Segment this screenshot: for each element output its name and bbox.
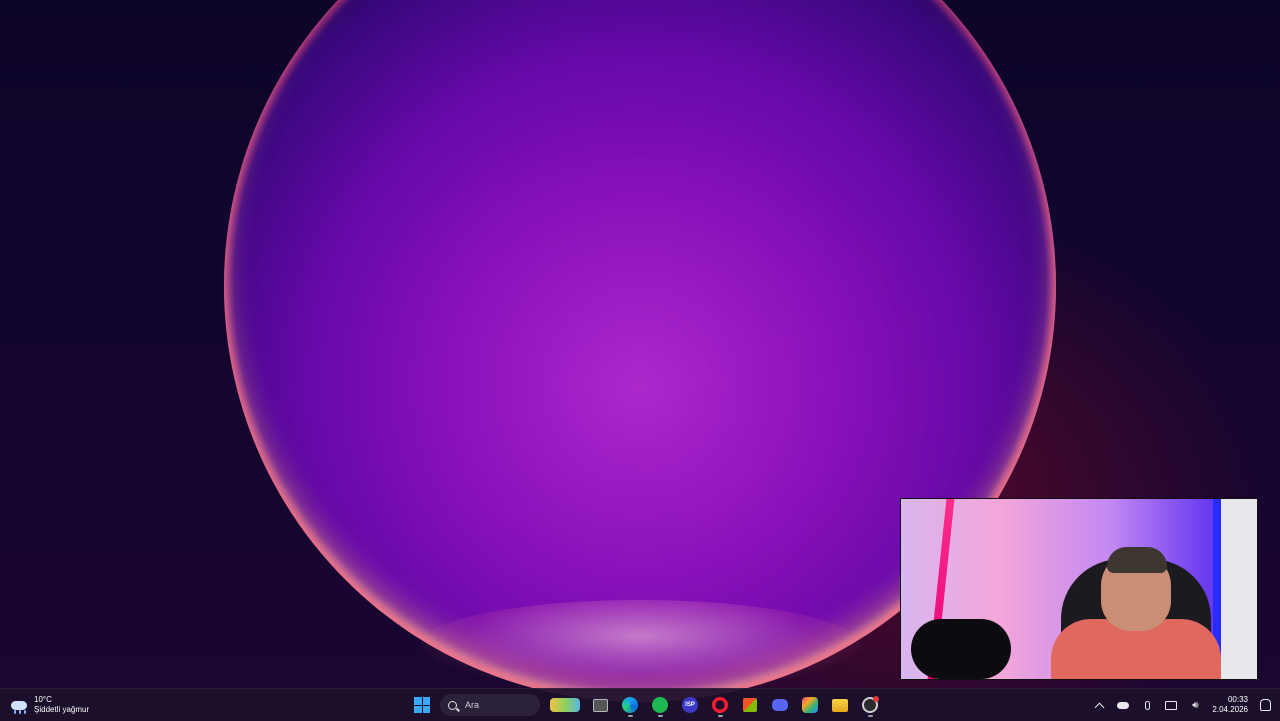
spotify-button[interactable] (648, 693, 672, 717)
system-tray: 🔊︎ 00:33 2.04.2026 (1092, 689, 1272, 721)
isp-button[interactable]: ISP (678, 693, 702, 717)
discord-icon (772, 699, 788, 711)
taskbar-search[interactable] (440, 694, 540, 716)
network-button[interactable] (1164, 698, 1178, 712)
store-button[interactable] (738, 693, 762, 717)
edge-icon (622, 697, 638, 713)
search-input[interactable] (463, 699, 527, 711)
opera-icon (712, 697, 728, 713)
file-explorer-button[interactable] (828, 693, 852, 717)
show-hidden-icons-button[interactable] (1092, 698, 1106, 712)
taskbar: 10°C Şiddetli yağmur ISP (0, 688, 1280, 721)
store-icon (743, 698, 757, 712)
discord-button[interactable] (768, 693, 792, 717)
edge-button[interactable] (618, 693, 642, 717)
microphone-icon (1144, 700, 1150, 710)
notifications-button[interactable] (1258, 698, 1272, 712)
task-view-button[interactable] (588, 693, 612, 717)
headset (911, 619, 1011, 679)
taskbar-center: ISP (410, 689, 882, 721)
notification-bell-icon (1259, 699, 1271, 711)
clock-time: 00:33 (1227, 695, 1248, 704)
clock-date: 2.04.2026 (1212, 705, 1248, 714)
rain-cloud-icon (10, 696, 28, 714)
onedrive-icon (1117, 701, 1130, 709)
obs-button[interactable] (858, 693, 882, 717)
task-view-icon (592, 698, 608, 712)
start-button[interactable] (410, 693, 434, 717)
volume-button[interactable]: 🔊︎ (1188, 698, 1202, 712)
network-icon (1165, 700, 1178, 710)
clock[interactable]: 00:33 2.04.2026 (1212, 695, 1248, 715)
file-explorer-icon (832, 698, 848, 712)
copilot-icon (802, 697, 818, 713)
wallpaper-orb-glow (420, 600, 860, 690)
onedrive-button[interactable] (1116, 698, 1130, 712)
obs-icon (862, 696, 879, 713)
background-shelf (1221, 499, 1257, 679)
spotify-icon (652, 697, 668, 713)
speaker-icon: 🔊︎ (1192, 699, 1199, 711)
weather-widget[interactable]: 10°C Şiddetli yağmur (10, 691, 89, 719)
windows-logo-icon (414, 697, 430, 713)
person-hair (1107, 547, 1167, 573)
isp-icon: ISP (682, 697, 698, 713)
webcam-overlay (900, 498, 1258, 680)
widgets-icon (550, 698, 580, 712)
search-icon (448, 700, 457, 710)
opera-button[interactable] (708, 693, 732, 717)
microphone-button[interactable] (1140, 698, 1154, 712)
weather-condition: Şiddetli yağmur (34, 705, 90, 714)
weather-temperature: 10°C (34, 695, 52, 704)
widgets-button[interactable] (548, 693, 582, 717)
copilot-button[interactable] (798, 693, 822, 717)
chevron-up-icon (1094, 702, 1105, 712)
